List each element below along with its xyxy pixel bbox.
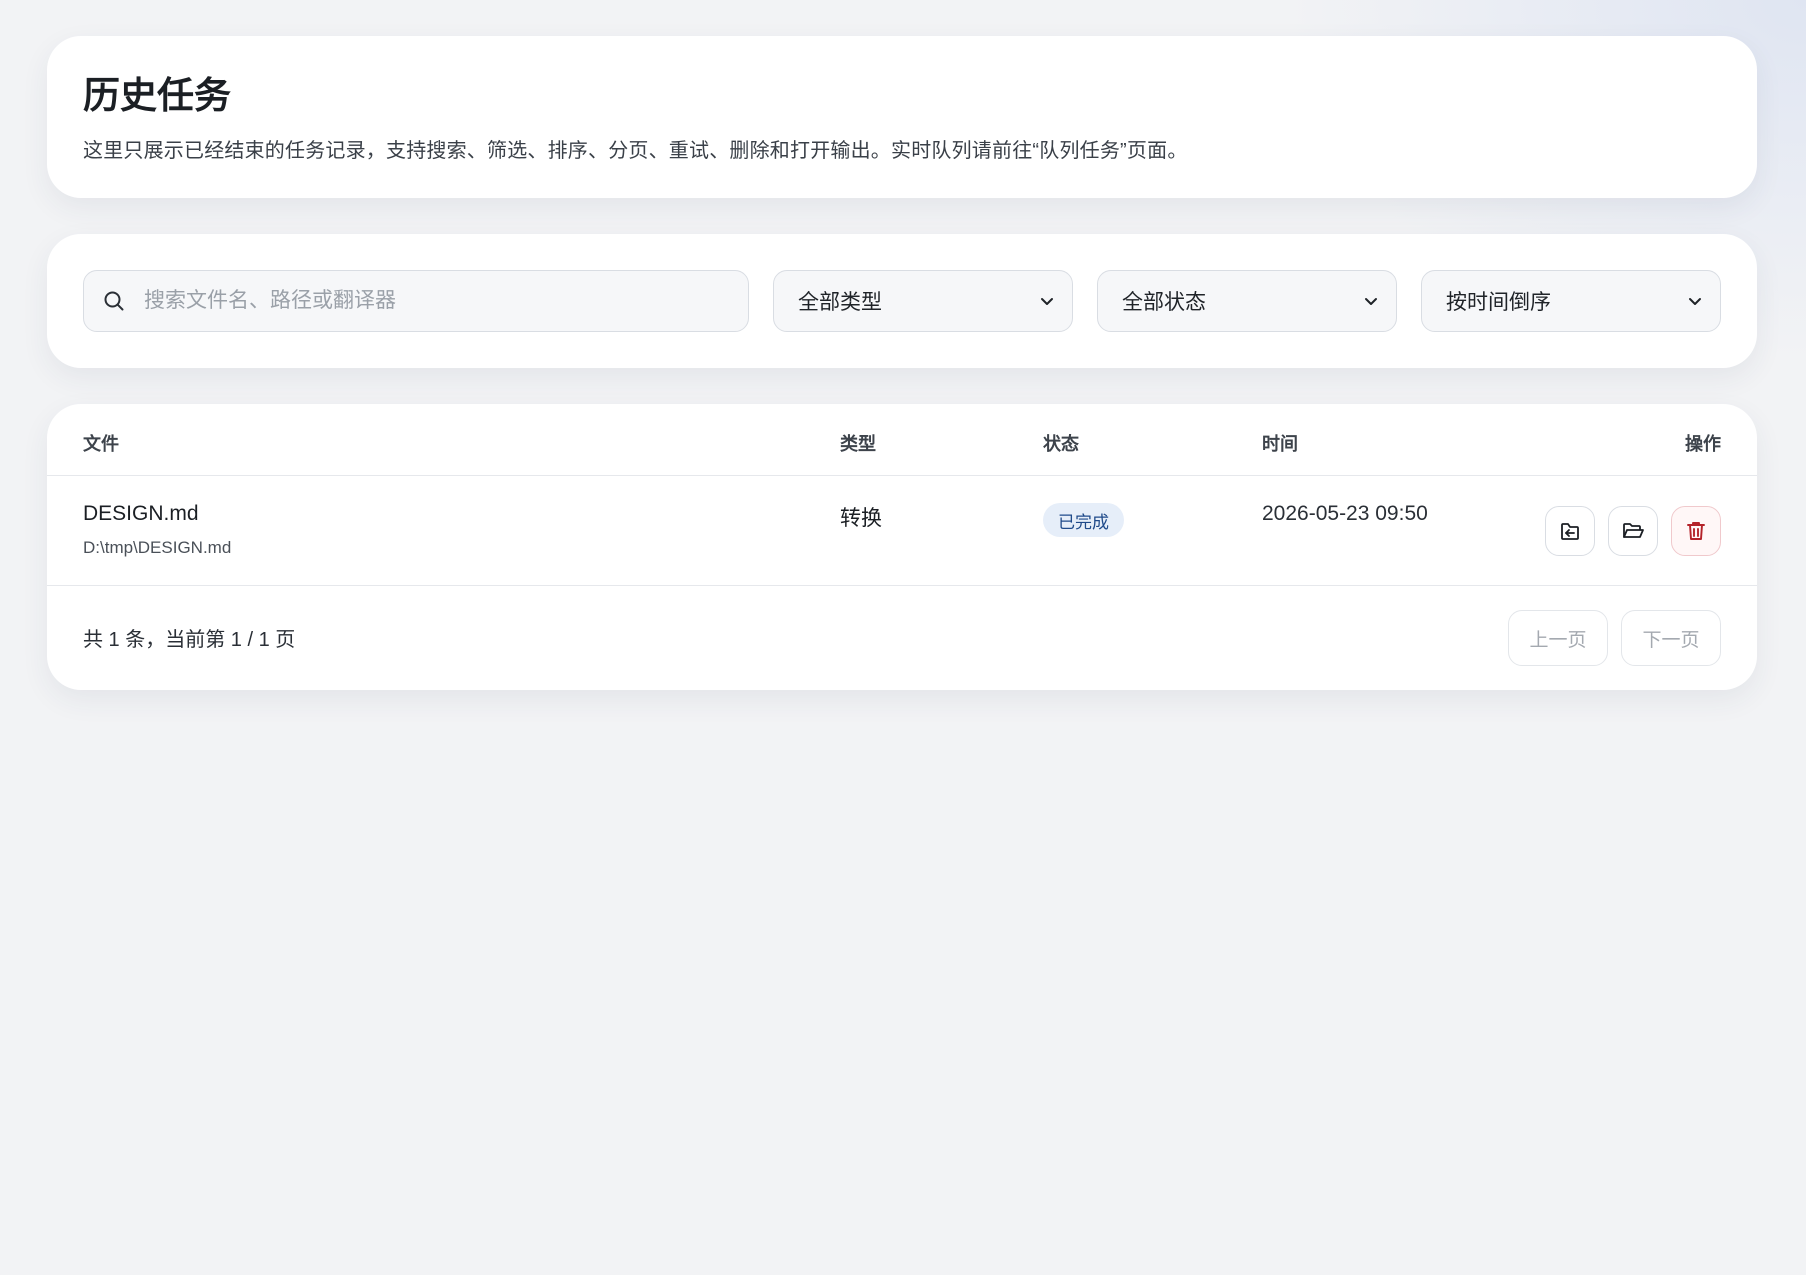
next-page-button[interactable]: 下一页 bbox=[1621, 610, 1721, 666]
task-time: 2026-05-23 09:50 bbox=[1262, 502, 1428, 525]
column-file: 文件 bbox=[83, 434, 119, 454]
sort-select[interactable]: 按时间倒序 bbox=[1421, 270, 1721, 332]
status-badge: 已完成 bbox=[1043, 503, 1124, 537]
file-path: D:\tmp\DESIGN.md bbox=[83, 538, 232, 557]
prev-page-button[interactable]: 上一页 bbox=[1508, 610, 1608, 666]
open-folder-icon bbox=[1623, 523, 1644, 538]
type-filter-value: 全部类型 bbox=[798, 291, 882, 314]
chevron-down-icon bbox=[1689, 298, 1701, 305]
search-input[interactable] bbox=[144, 289, 730, 313]
column-time: 时间 bbox=[1262, 434, 1298, 454]
search-icon bbox=[104, 291, 124, 311]
status-filter-select[interactable]: 全部状态 bbox=[1097, 270, 1397, 332]
file-name: DESIGN.md bbox=[83, 502, 199, 525]
task-type: 转换 bbox=[840, 507, 882, 530]
column-actions: 操作 bbox=[1685, 434, 1721, 454]
open-output-button[interactable] bbox=[1545, 506, 1595, 556]
search-box[interactable] bbox=[83, 270, 749, 332]
trash-icon bbox=[1687, 522, 1705, 540]
delete-button[interactable] bbox=[1671, 506, 1721, 556]
row-actions bbox=[1545, 506, 1721, 556]
history-table: 文件 类型 状态 时间 操作 DESIGN.md D:\tmp\DESIGN.m… bbox=[47, 404, 1757, 690]
column-type: 类型 bbox=[840, 434, 876, 454]
table-header: 文件 类型 状态 时间 操作 bbox=[47, 404, 1757, 476]
type-filter-select[interactable]: 全部类型 bbox=[773, 270, 1073, 332]
open-folder-button[interactable] bbox=[1608, 506, 1658, 556]
sort-value: 按时间倒序 bbox=[1446, 291, 1551, 314]
column-status: 状态 bbox=[1043, 434, 1079, 454]
status-filter-value: 全部状态 bbox=[1122, 291, 1206, 314]
page-title: 历史任务 bbox=[83, 75, 231, 116]
open-output-icon bbox=[1561, 523, 1579, 540]
pagination: 上一页 下一页 bbox=[1508, 610, 1721, 666]
table-row: DESIGN.md D:\tmp\DESIGN.md 转换 已完成 2026-0… bbox=[47, 476, 1757, 586]
page-header-card: 历史任务 这里只展示已经结束的任务记录，支持搜索、筛选、排序、分页、重试、删除和… bbox=[47, 36, 1757, 198]
filter-bar: 全部类型 全部状态 按时间倒序 bbox=[47, 234, 1757, 368]
table-footer: 共 1 条，当前第 1 / 1 页 上一页 下一页 bbox=[47, 586, 1757, 690]
chevron-down-icon bbox=[1041, 298, 1053, 305]
page-description: 这里只展示已经结束的任务记录，支持搜索、筛选、排序、分页、重试、删除和打开输出。… bbox=[83, 140, 1188, 163]
chevron-down-icon bbox=[1365, 298, 1377, 305]
pagination-summary: 共 1 条，当前第 1 / 1 页 bbox=[83, 629, 296, 651]
